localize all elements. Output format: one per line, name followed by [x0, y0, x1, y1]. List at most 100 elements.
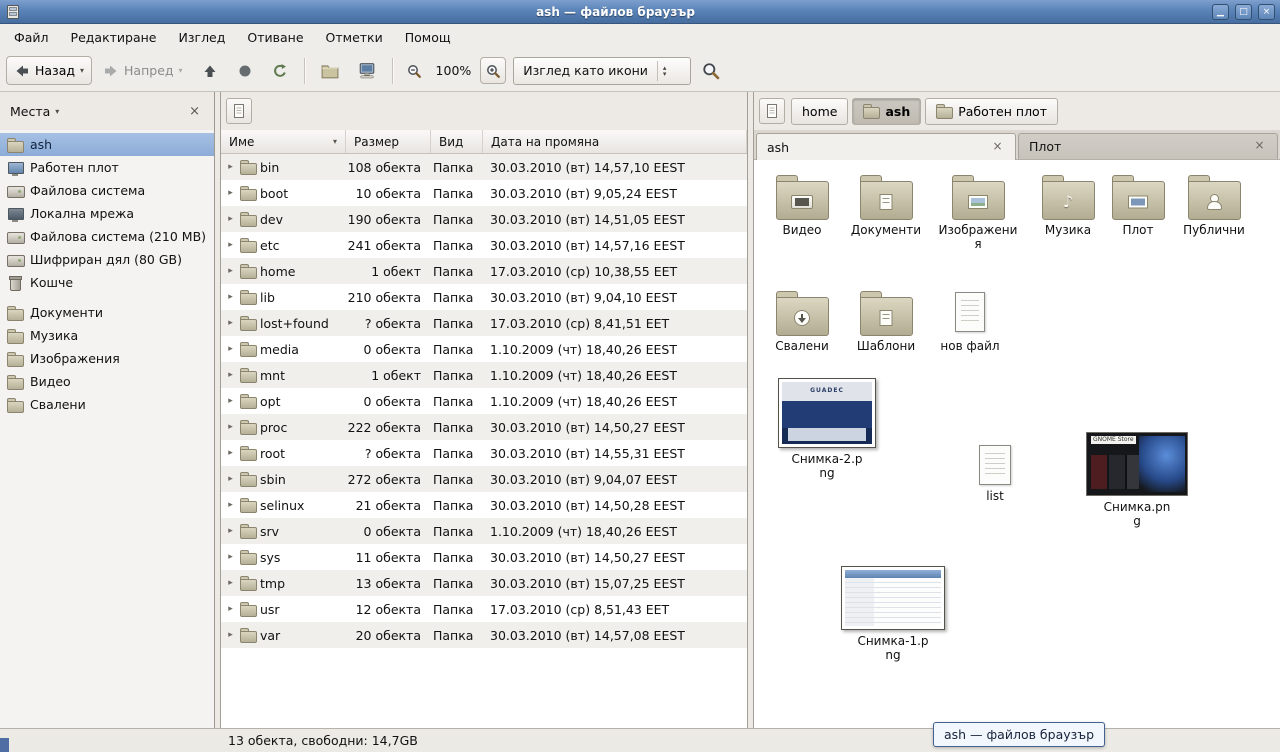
table-row[interactable]: ▸ lib 210 обекта Папка 30.03.2010 (вт) 9…: [221, 284, 747, 310]
table-row[interactable]: ▸ lost+found ? обекта Папка 17.03.2010 (…: [221, 310, 747, 336]
back-dropdown-icon[interactable]: ▾: [80, 67, 84, 75]
tab-close-icon[interactable]: ×: [1252, 139, 1267, 154]
column-header-size[interactable]: Размер: [346, 130, 431, 153]
sidebar-item[interactable]: Кошче: [0, 271, 214, 294]
sidebar-close-icon[interactable]: ×: [185, 104, 204, 119]
table-row[interactable]: ▸ selinux 21 обекта Папка 30.03.2010 (вт…: [221, 492, 747, 518]
table-row[interactable]: ▸ bin 108 обекта Папка 30.03.2010 (вт) 1…: [221, 154, 747, 180]
path-button[interactable]: ash: [852, 98, 921, 125]
sidebar-item[interactable]: Файлова система: [0, 179, 214, 202]
table-row[interactable]: ▸ proc 222 обекта Папка 30.03.2010 (вт) …: [221, 414, 747, 440]
table-row[interactable]: ▸ sys 11 обекта Папка 30.03.2010 (вт) 14…: [221, 544, 747, 570]
table-row[interactable]: ▸ opt 0 обекта Папка 1.10.2009 (чт) 18,4…: [221, 388, 747, 414]
table-row[interactable]: ▸ srv 0 обекта Папка 1.10.2009 (чт) 18,4…: [221, 518, 747, 544]
icon-view-item[interactable]: Видео: [760, 174, 844, 237]
column-header-type[interactable]: Вид: [431, 130, 483, 153]
icon-view-item[interactable]: Свалени: [760, 290, 844, 353]
sidebar-item[interactable]: Локална мрежа: [0, 202, 214, 225]
sidebar-item[interactable]: Шифриран дял (80 GB): [0, 248, 214, 271]
expander-icon[interactable]: ▸: [225, 266, 236, 276]
icon-view-item[interactable]: Изображения: [936, 174, 1020, 252]
table-row[interactable]: ▸ dev 190 обекта Папка 30.03.2010 (вт) 1…: [221, 206, 747, 232]
location-icon-button[interactable]: [226, 98, 252, 124]
icon-view-item[interactable]: Документи: [844, 174, 928, 237]
sidebar-item[interactable]: Свалени: [0, 393, 214, 416]
table-row[interactable]: ▸ tmp 13 обекта Папка 30.03.2010 (вт) 15…: [221, 570, 747, 596]
expander-icon[interactable]: ▸: [225, 604, 236, 614]
menu-item[interactable]: Помощ: [395, 26, 461, 49]
up-button[interactable]: [194, 56, 226, 85]
zoom-out-button[interactable]: [401, 57, 427, 84]
tab[interactable]: ash ×: [756, 133, 1016, 160]
reload-button[interactable]: [264, 56, 296, 85]
path-button[interactable]: home: [791, 98, 848, 125]
minimize-button[interactable]: ▁: [1212, 4, 1229, 20]
table-row[interactable]: ▸ mnt 1 обект Папка 1.10.2009 (чт) 18,40…: [221, 362, 747, 388]
icon-view-canvas[interactable]: Видео Документи Изображения Музика Плот: [754, 160, 1280, 728]
expander-icon[interactable]: ▸: [225, 318, 236, 328]
back-button[interactable]: Назад ▾: [6, 56, 92, 85]
stop-button[interactable]: [229, 56, 261, 85]
table-row[interactable]: ▸ boot 10 обекта Папка 30.03.2010 (вт) 9…: [221, 180, 747, 206]
home-folder-button[interactable]: [313, 56, 347, 85]
menu-item[interactable]: Отиване: [237, 26, 313, 49]
expander-icon[interactable]: ▸: [225, 474, 236, 484]
menu-item[interactable]: Изглед: [169, 26, 236, 49]
menu-item[interactable]: Файл: [4, 26, 59, 49]
expander-icon[interactable]: ▸: [225, 552, 236, 562]
sidebar-item[interactable]: Изображения: [0, 347, 214, 370]
icon-view-item[interactable]: Плот: [1096, 174, 1180, 237]
sidebar-mode-dropdown-icon[interactable]: ▾: [55, 107, 59, 116]
expander-icon[interactable]: ▸: [225, 500, 236, 510]
path-button[interactable]: Работен плот: [925, 98, 1058, 125]
table-row[interactable]: ▸ media 0 обекта Папка 1.10.2009 (чт) 18…: [221, 336, 747, 362]
titlebar[interactable]: ash — файлов браузър ▁ □ ×: [0, 0, 1280, 24]
table-row[interactable]: ▸ home 1 обект Папка 17.03.2010 (ср) 10,…: [221, 258, 747, 284]
expander-icon[interactable]: ▸: [225, 344, 236, 354]
maximize-button[interactable]: □: [1235, 4, 1252, 20]
expander-icon[interactable]: ▸: [225, 240, 236, 250]
tab[interactable]: Плот ×: [1018, 133, 1278, 159]
icon-view-item[interactable]: GUADEC Снимка-2.png: [772, 378, 882, 481]
expander-icon[interactable]: ▸: [225, 162, 236, 172]
zoom-in-button[interactable]: [480, 57, 506, 84]
combobox-arrows-icon[interactable]: ▴ ▾: [657, 61, 670, 81]
sidebar-header[interactable]: Места ▾ ×: [0, 92, 214, 130]
expander-icon[interactable]: ▸: [225, 188, 236, 198]
icon-view-item[interactable]: GNOME Store Снимка.png: [1082, 432, 1192, 529]
taskbar-window-button[interactable]: ash — файлов браузър: [933, 722, 1105, 747]
expander-icon[interactable]: ▸: [225, 578, 236, 588]
expander-icon[interactable]: ▸: [225, 422, 236, 432]
icon-view-item[interactable]: Шаблони: [844, 290, 928, 353]
view-mode-combobox[interactable]: Изглед като икони ▴ ▾: [513, 57, 691, 85]
icon-view-item[interactable]: list: [960, 445, 1030, 503]
column-header-name[interactable]: Име ▾: [221, 130, 346, 153]
expander-icon[interactable]: ▸: [225, 396, 236, 406]
expander-icon[interactable]: ▸: [225, 292, 236, 302]
table-row[interactable]: ▸ etc 241 обекта Папка 30.03.2010 (вт) 1…: [221, 232, 747, 258]
forward-button[interactable]: Напред ▾: [95, 56, 191, 85]
expander-icon[interactable]: ▸: [225, 630, 236, 640]
table-row[interactable]: ▸ usr 12 обекта Папка 17.03.2010 (ср) 8,…: [221, 596, 747, 622]
sidebar-item[interactable]: Файлова система (210 MB): [0, 225, 214, 248]
expander-icon[interactable]: ▸: [225, 214, 236, 224]
icon-view-item[interactable]: Снимка-1.png: [838, 566, 948, 663]
icon-view-item[interactable]: нов файл: [928, 290, 1012, 353]
menu-item[interactable]: Редактиране: [61, 26, 167, 49]
sidebar-item[interactable]: ash: [0, 133, 214, 156]
close-button[interactable]: ×: [1258, 4, 1275, 20]
table-row[interactable]: ▸ root ? обекта Папка 30.03.2010 (вт) 14…: [221, 440, 747, 466]
table-row[interactable]: ▸ sbin 272 обекта Папка 30.03.2010 (вт) …: [221, 466, 747, 492]
sidebar-item[interactable]: Музика: [0, 324, 214, 347]
search-button[interactable]: [694, 56, 728, 85]
sidebar-item[interactable]: Видео: [0, 370, 214, 393]
icon-view-item[interactable]: Публични: [1172, 174, 1256, 237]
column-header-date[interactable]: Дата на промяна: [483, 130, 747, 153]
expander-icon[interactable]: ▸: [225, 526, 236, 536]
sidebar-item[interactable]: Документи: [0, 301, 214, 324]
table-row[interactable]: ▸ var 20 обекта Папка 30.03.2010 (вт) 14…: [221, 622, 747, 648]
tab-close-icon[interactable]: ×: [990, 140, 1005, 155]
location-icon-button[interactable]: [759, 98, 785, 124]
expander-icon[interactable]: ▸: [225, 448, 236, 458]
menu-item[interactable]: Отметки: [316, 26, 393, 49]
